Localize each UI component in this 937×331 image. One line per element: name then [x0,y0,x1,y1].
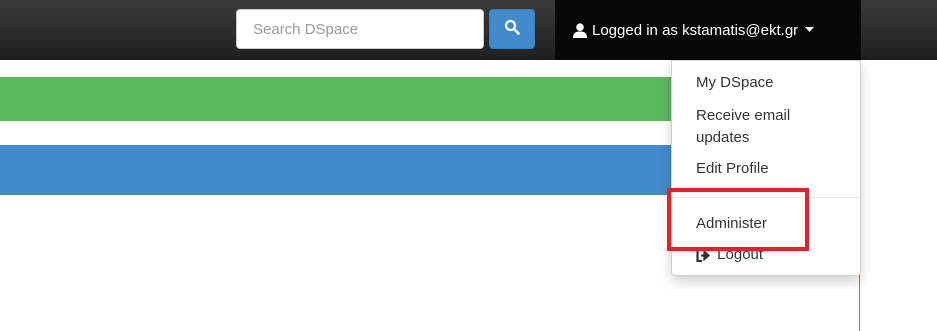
navbar: Logged in as kstamatis@ekt.gr [0,0,937,60]
menu-item-receive-email-updates[interactable]: Receive email updates [672,105,860,149]
menu-item-my-dspace[interactable]: My DSpace [672,72,860,94]
highlight-annotation-box [667,188,809,251]
menu-item-edit-profile[interactable]: Edit Profile [672,158,860,180]
search-button[interactable] [489,9,535,49]
menu-item-label: Edit Profile [696,160,769,177]
success-alert-bar [0,77,740,121]
caret-down-icon [805,27,815,33]
primary-panel-bar [0,145,740,195]
user-icon [573,22,587,38]
search-icon [504,19,520,40]
menu-item-label: Receive email updates [696,107,791,146]
user-menu-label: Logged in as kstamatis@ekt.gr [592,21,799,39]
user-menu-toggle[interactable]: Logged in as kstamatis@ekt.gr [555,0,861,60]
menu-item-label: My DSpace [696,74,774,91]
search-input[interactable] [236,9,484,49]
